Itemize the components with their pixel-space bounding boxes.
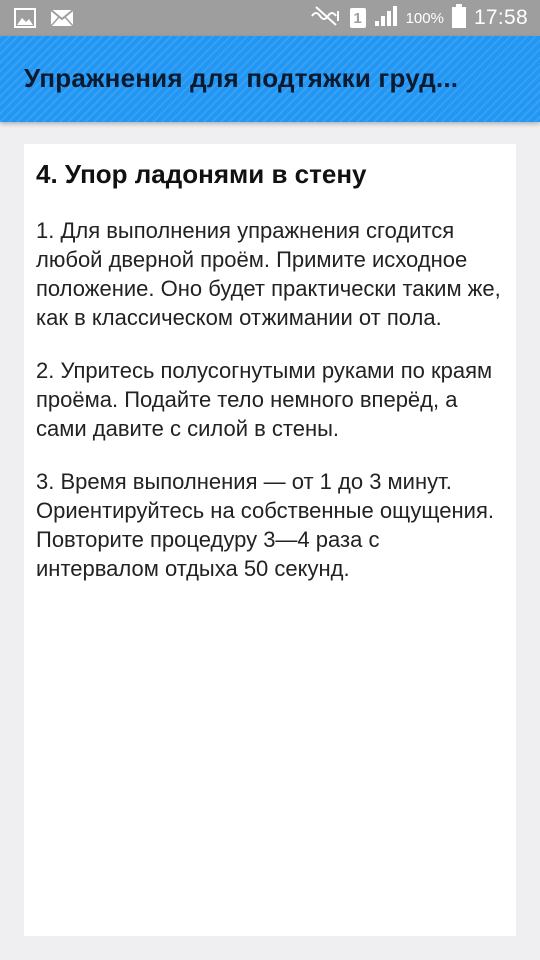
status-time: 17:58 (473, 6, 528, 29)
mute-icon (310, 5, 342, 32)
battery-icon (451, 3, 466, 33)
status-bar-notifications (14, 8, 74, 33)
status-bar-system: 1 100% 17:58 (310, 0, 528, 36)
content-body: 4. Упор ладонями в стену 1. Для выполнен… (36, 158, 506, 607)
signal-icon (374, 5, 398, 32)
battery-percentage: 100% (405, 9, 444, 27)
step-text: 1. Для выполнения упражнения сгодится лю… (36, 218, 501, 330)
mail-icon (50, 9, 74, 32)
status-bar: 1 100% 17:58 (0, 0, 540, 36)
image-icon (14, 8, 36, 33)
sim-icon: 1 (349, 8, 366, 28)
app-bar: Упражнения для подтяжки груд... (0, 36, 540, 122)
exercise-title: 4. Упор ладонями в стену (36, 159, 367, 189)
step-text: 3. Время выполнения — от 1 до 3 минут. О… (36, 469, 494, 581)
content-card: 4. Упор ладонями в стену 1. Для выполнен… (24, 144, 516, 936)
app-title: Упражнения для подтяжки груд... (24, 63, 459, 93)
step-text: 2. Упритесь полусогнутыми руками по края… (36, 358, 493, 441)
